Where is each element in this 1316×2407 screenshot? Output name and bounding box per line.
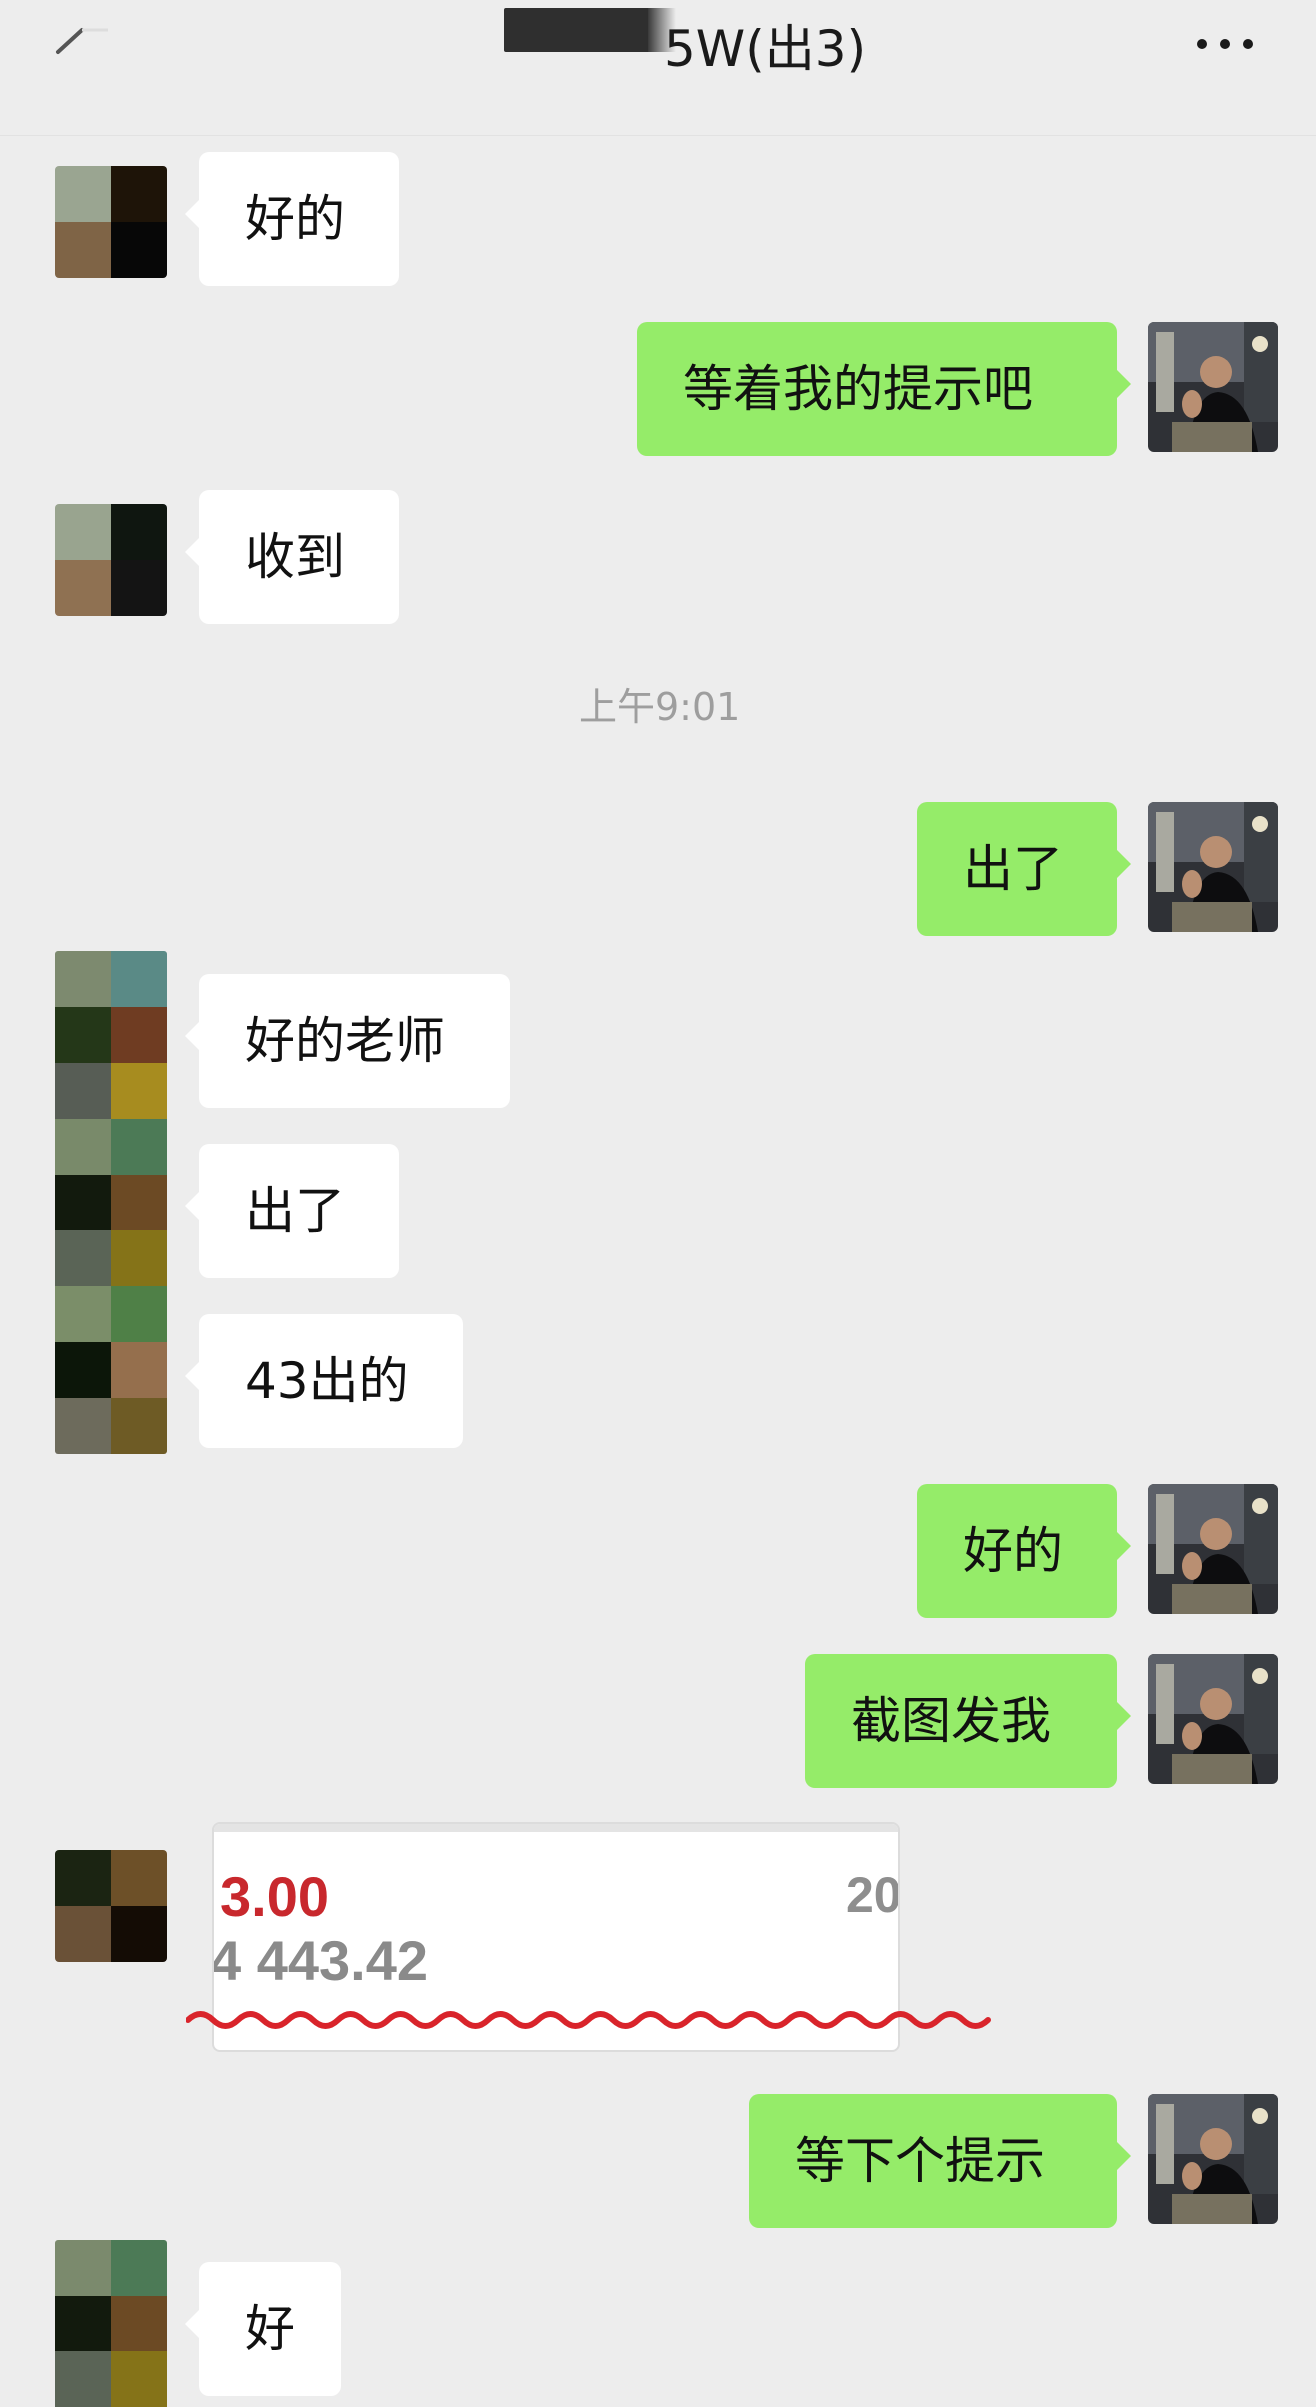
price-value-red: 3.00 — [220, 1865, 329, 1928]
contact-avatar[interactable] — [55, 1850, 167, 1962]
redacted-name — [504, 8, 664, 52]
chat-title: 5W(出3) — [664, 20, 867, 78]
message-timestamp: 上午9:01 — [579, 685, 741, 729]
red-wavy-underline — [186, 2011, 991, 2029]
more-dots-icon[interactable] — [1190, 22, 1260, 62]
outgoing-message-bubble[interactable]: 好的 — [917, 1484, 1131, 1618]
contact-avatar-blurred[interactable] — [55, 951, 167, 1454]
image-top-strip — [214, 1824, 898, 1832]
contact-avatar-blurred[interactable] — [55, 2240, 167, 2407]
user-avatar[interactable] — [1148, 322, 1278, 452]
incoming-message-bubble[interactable]: 好的老师 — [185, 974, 510, 1108]
incoming-message-bubble[interactable]: 出了 — [185, 1144, 399, 1278]
outgoing-message-bubble[interactable]: 截图发我 — [805, 1654, 1131, 1788]
outgoing-message-bubble[interactable]: 出了 — [917, 802, 1131, 936]
user-avatar[interactable] — [1148, 802, 1278, 932]
back-arrow-icon[interactable] — [52, 18, 112, 58]
incoming-message-bubble[interactable]: 好 — [185, 2262, 341, 2396]
outgoing-message-bubble[interactable]: 等着我的提示吧 — [637, 322, 1131, 456]
price-value-grey: 4 443.42 — [212, 1929, 428, 1992]
contact-avatar[interactable] — [55, 166, 167, 278]
user-avatar[interactable] — [1148, 1654, 1278, 1784]
incoming-message-bubble[interactable]: 收到 — [185, 490, 399, 624]
outgoing-message-bubble[interactable]: 等下个提示 — [749, 2094, 1131, 2228]
user-avatar[interactable] — [1148, 2094, 1278, 2224]
incoming-message-bubble[interactable]: 好的 — [185, 152, 399, 286]
contact-avatar[interactable] — [55, 504, 167, 616]
user-avatar[interactable] — [1148, 1484, 1278, 1614]
incoming-message-bubble[interactable]: 43出的 — [185, 1314, 463, 1448]
date-fragment: 202 — [846, 1867, 900, 1923]
